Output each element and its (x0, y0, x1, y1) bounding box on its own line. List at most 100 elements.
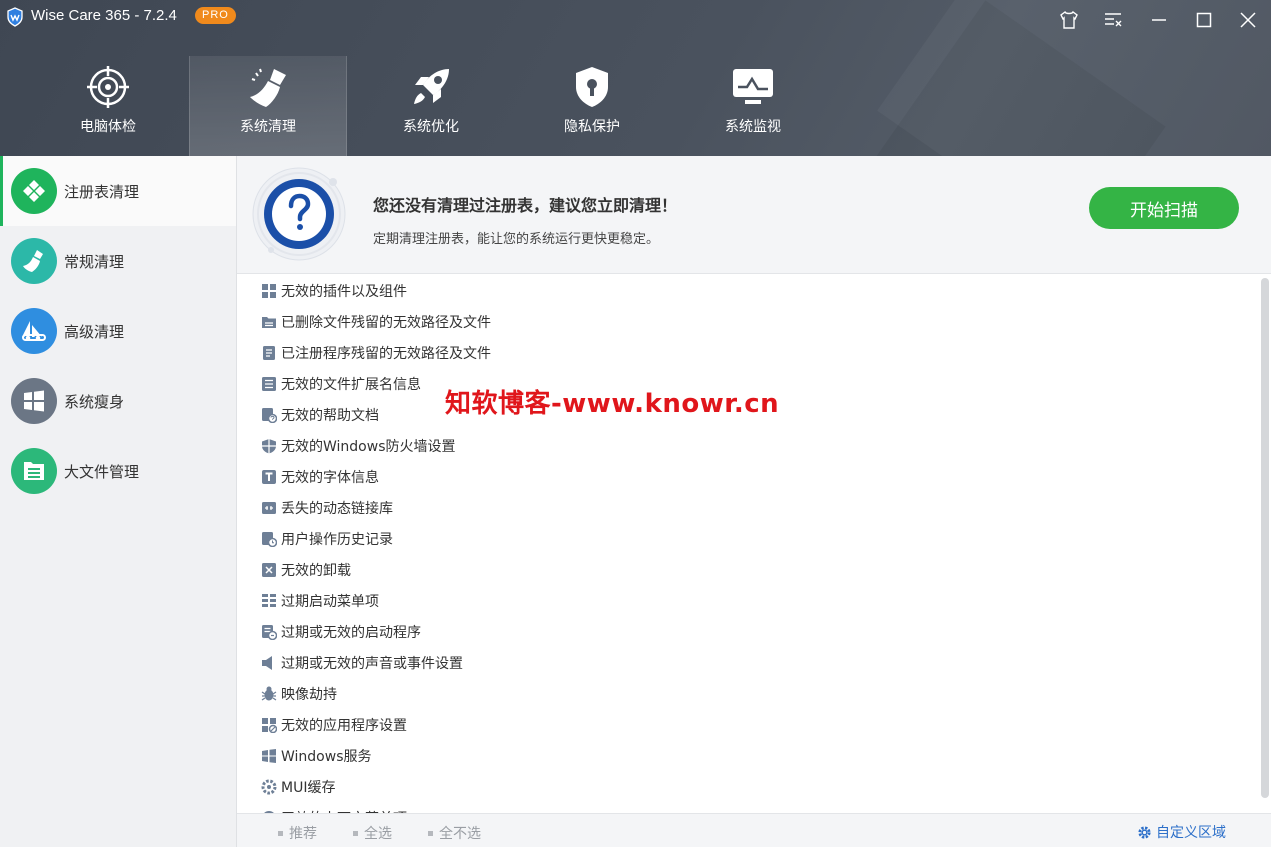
registry-item-row[interactable]: 无效的卸载 (237, 554, 1257, 585)
registry-item-label: 用户操作历史记录 (281, 531, 393, 548)
sidebar-item-label: 高级清理 (64, 322, 125, 341)
registry-item-icon (260, 530, 277, 547)
sidebar-item-label: 常规清理 (64, 252, 125, 271)
watermark-text: 知软博客-www.knowr.cn (445, 389, 780, 419)
registry-item-row[interactable]: 无效的上下文菜单项 (237, 802, 1257, 813)
registry-item-row[interactable]: 映像劫持 (237, 678, 1257, 709)
registry-item-icon (260, 561, 277, 578)
app-logo-icon (7, 7, 23, 27)
sidebar-item-label: 注册表清理 (64, 182, 140, 201)
registry-item-row[interactable]: 无效的字体信息 (237, 461, 1257, 492)
status-banner: 您还没有清理过注册表，建议您立即清理！ 定期清理注册表，能让您的系统运行更快更稳… (237, 156, 1271, 274)
close-button[interactable] (1234, 6, 1262, 34)
registry-item-icon (260, 654, 277, 671)
registry-item-row[interactable]: 无效的应用程序设置 (237, 709, 1257, 740)
select-all-label: 全选 (364, 826, 392, 842)
start-scan-button[interactable]: 开始扫描 (1089, 187, 1239, 229)
registry-item-label: 已删除文件残留的无效路径及文件 (281, 314, 491, 331)
select-all-link[interactable]: 全选 (353, 823, 392, 843)
registry-item-label: 无效的Windows防火墙设置 (281, 438, 456, 455)
minimize-button[interactable] (1145, 6, 1173, 34)
select-none-label: 全不选 (439, 826, 481, 842)
recommend-link[interactable]: 推荐 (278, 823, 317, 843)
registry-item-row[interactable]: 过期或无效的启动程序 (237, 616, 1257, 647)
list-scrollbar[interactable] (1261, 278, 1269, 798)
footer-bar: 推荐 全选 全不选 自定义区域 (237, 813, 1271, 847)
registry-item-label: 无效的文件扩展名信息 (281, 376, 421, 393)
select-none-link[interactable]: 全不选 (428, 823, 481, 843)
registry-item-icon (260, 499, 277, 516)
tab-system-optimize[interactable]: 系统优化 (352, 56, 510, 156)
bullet-icon (428, 830, 433, 836)
menu-button[interactable] (1099, 6, 1127, 34)
bullet-icon (278, 830, 283, 836)
main-panel: 您还没有清理过注册表，建议您立即清理！ 定期清理注册表，能让您的系统运行更快更稳… (237, 156, 1271, 847)
large-file-icon (11, 448, 57, 494)
tab-label: 系统清理 (240, 119, 296, 135)
registry-item-label: 过期或无效的启动程序 (281, 624, 421, 641)
registry-item-label: 丢失的动态链接库 (281, 500, 393, 517)
registry-item-row[interactable]: 无效的Windows防火墙设置 (237, 430, 1257, 461)
tab-system-monitor[interactable]: 系统监视 (674, 56, 832, 156)
advanced-clean-icon (11, 308, 57, 354)
header-bar: Wise Care 365 - 7.2.4 PRO 电脑体检 系统清理 系统优化 (0, 0, 1271, 156)
registry-item-row[interactable]: 已注册程序残留的无效路径及文件 (237, 337, 1257, 368)
minimize-icon (1152, 19, 1166, 21)
maximize-button[interactable] (1190, 6, 1218, 34)
registry-item-label: Windows服务 (281, 748, 372, 765)
registry-item-row[interactable]: 无效的插件以及组件 (237, 275, 1257, 306)
registry-item-label: 无效的帮助文档 (281, 407, 379, 424)
close-icon (1240, 12, 1256, 28)
registry-icon (11, 168, 57, 214)
registry-item-icon (260, 375, 277, 392)
skin-button[interactable] (1055, 6, 1083, 34)
registry-item-icon (260, 747, 277, 764)
registry-item-icon (260, 716, 277, 733)
gear-icon (1138, 825, 1151, 839)
registry-item-row[interactable]: 丢失的动态链接库 (237, 492, 1257, 523)
registry-item-row[interactable]: 过期启动菜单项 (237, 585, 1257, 616)
sidebar-item-large-file[interactable]: 大文件管理 (0, 436, 236, 506)
registry-item-icon (260, 344, 277, 361)
custom-area-link[interactable]: 自定义区域 (1137, 822, 1226, 842)
registry-item-label: 已注册程序残留的无效路径及文件 (281, 345, 491, 362)
tab-label: 电脑体检 (80, 119, 136, 135)
recommend-label: 推荐 (289, 826, 317, 842)
windows-icon (11, 378, 57, 424)
tab-privacy[interactable]: 隐私保护 (513, 56, 671, 156)
shirt-icon (1060, 11, 1078, 29)
monitor-icon (730, 64, 776, 110)
tab-label: 隐私保护 (564, 119, 620, 135)
registry-item-row[interactable]: 过期或无效的声音或事件设置 (237, 647, 1257, 678)
registry-item-label: MUI缓存 (281, 779, 336, 796)
sidebar-item-registry-clean[interactable]: 注册表清理 (0, 156, 236, 226)
sidebar-item-label: 大文件管理 (64, 462, 140, 481)
registry-item-icon (260, 437, 277, 454)
app-title: Wise Care 365 - 7.2.4 (31, 7, 177, 24)
broom-icon (245, 64, 291, 110)
registry-item-row[interactable]: 已删除文件残留的无效路径及文件 (237, 306, 1257, 337)
sidebar-item-system-slim[interactable]: 系统瘦身 (0, 366, 236, 436)
registry-item-label: 过期启动菜单项 (281, 593, 379, 610)
sidebar-item-advanced-clean[interactable]: 高级清理 (0, 296, 236, 366)
registry-item-row[interactable]: Windows服务 (237, 740, 1257, 771)
tab-system-clean[interactable]: 系统清理 (189, 56, 347, 156)
sidebar-item-common-clean[interactable]: 常规清理 (0, 226, 236, 296)
registry-item-icon (260, 623, 277, 640)
tab-label: 系统优化 (403, 119, 459, 135)
registry-item-icon (260, 282, 277, 299)
registry-item-label: 映像劫持 (281, 686, 337, 703)
registry-item-list: 无效的插件以及组件 已删除文件残留的无效路径及文件 已注册程序残留的无效路径及文件无… (237, 275, 1257, 813)
sidebar-item-label: 系统瘦身 (64, 392, 125, 411)
registry-item-row[interactable]: MUI缓存 (237, 771, 1257, 802)
registry-item-row[interactable]: 用户操作历史记录 (237, 523, 1257, 554)
registry-item-label: 无效的卸载 (281, 562, 351, 579)
registry-item-label: 无效的插件以及组件 (281, 283, 407, 300)
menu-icon (1105, 13, 1122, 27)
tab-pc-checkup[interactable]: 电脑体检 (29, 56, 187, 156)
maximize-icon (1196, 12, 1212, 28)
bullet-icon (353, 830, 358, 836)
registry-item-label: 过期或无效的声音或事件设置 (281, 655, 463, 672)
banner-subtitle: 定期清理注册表，能让您的系统运行更快更稳定。 (373, 232, 660, 247)
broom-icon (11, 238, 57, 284)
